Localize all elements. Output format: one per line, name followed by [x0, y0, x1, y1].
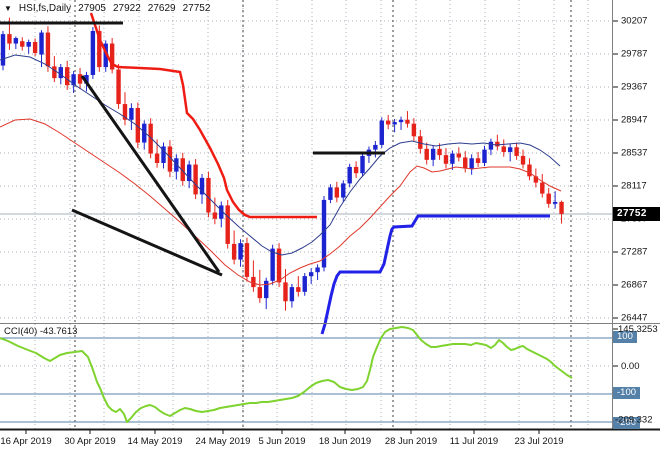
candle-body [437, 149, 441, 155]
candle-body [502, 146, 506, 152]
candle-body [547, 194, 551, 204]
candle-body [26, 42, 30, 47]
candle-body [315, 267, 319, 272]
cci-line [0, 327, 572, 422]
candle-body [65, 67, 69, 85]
candle-body [14, 38, 18, 44]
candle-body [392, 122, 396, 124]
trading-chart-window: ▼ HSI,fs,Daily 27905 27922 27629 27752 C… [0, 0, 660, 450]
candle-body [489, 142, 493, 150]
candle-body [380, 121, 384, 145]
candle-body [482, 150, 486, 163]
candle-body [52, 66, 56, 78]
candle-body [354, 167, 358, 173]
candle-body [232, 244, 236, 260]
candle-body [187, 165, 191, 182]
candle-body [245, 243, 249, 277]
candle-body [495, 142, 499, 147]
candle-body [33, 42, 37, 53]
candle-body [328, 187, 332, 200]
candle-body [174, 158, 178, 171]
candle-body [444, 155, 448, 164]
supertrend-support-line [322, 216, 550, 334]
candle-body [226, 205, 230, 243]
candle-body [129, 108, 133, 120]
candle-body [386, 121, 390, 125]
candle-body [347, 167, 351, 184]
candle-body [290, 287, 294, 301]
candle-body [206, 178, 210, 213]
candle-body [508, 147, 512, 152]
candle-body [59, 67, 63, 78]
candle-body [1, 34, 5, 65]
candle-body [270, 249, 274, 281]
candle-body [213, 212, 217, 218]
candle-body [514, 147, 518, 156]
candle-body [296, 287, 300, 292]
candle-body [476, 158, 480, 163]
candle-body [309, 272, 313, 276]
candle-body [251, 277, 255, 287]
candle-body [39, 33, 43, 55]
candle-body [463, 157, 467, 168]
candle-body [559, 202, 563, 214]
candle-body [373, 145, 377, 150]
candle-body [450, 154, 454, 164]
candle-body [116, 69, 120, 104]
candle-body [431, 149, 435, 160]
candle-body [399, 120, 403, 122]
candle-body [78, 74, 82, 83]
candle-body [335, 187, 339, 197]
candle-body [46, 33, 50, 67]
candle-body [360, 156, 364, 173]
candle-body [457, 154, 461, 158]
candle-body [20, 41, 24, 47]
candle-body [303, 276, 307, 292]
candle-body [91, 31, 95, 75]
ma-fast-line [0, 55, 560, 255]
candle-body [258, 287, 262, 298]
candle-body [193, 165, 197, 195]
candle-body [155, 154, 159, 163]
candle-body [469, 158, 473, 168]
candle-body [283, 282, 287, 301]
candle-body [553, 202, 557, 204]
candle-body [238, 243, 242, 259]
candle-body [412, 124, 416, 137]
candle-body [540, 183, 544, 194]
candle-body [7, 34, 11, 43]
candle-body [341, 183, 345, 197]
candle-body [405, 120, 409, 124]
candle-body [264, 281, 268, 298]
candle-body [521, 156, 525, 165]
candle-body [425, 149, 429, 160]
chart-canvas[interactable] [0, 0, 660, 450]
candle-body [527, 165, 531, 177]
